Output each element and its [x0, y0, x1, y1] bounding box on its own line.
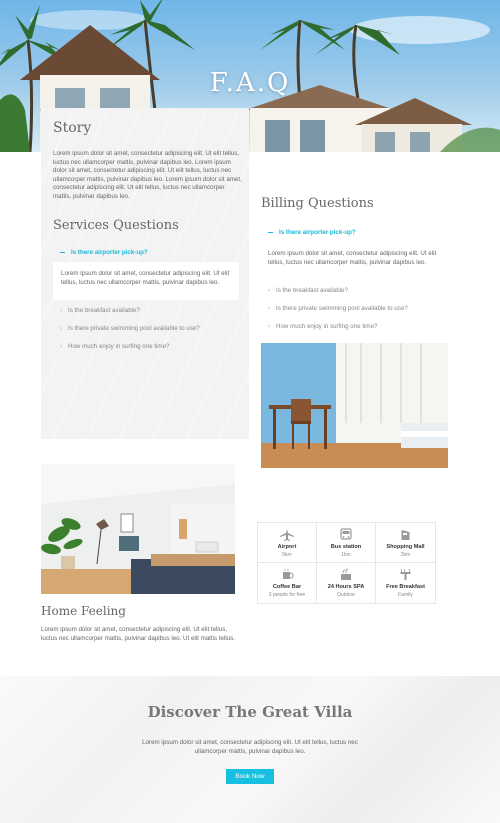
amenity-title: 24 Hours SPA	[327, 584, 365, 590]
minus-icon	[268, 231, 273, 233]
book-now-button[interactable]: Book Now	[226, 769, 274, 784]
amenity-sub: 3 people for free	[268, 592, 306, 598]
discover-section: Discover The Great Villa Lorem ipsum dol…	[0, 676, 500, 823]
breakfast-icon	[400, 569, 411, 580]
services-faq-item[interactable]: › Is there private swimming pool availabl…	[60, 325, 200, 332]
faq-question-label: Is there airporter pick-up?	[279, 229, 356, 236]
chevron-right-icon: ›	[60, 326, 62, 332]
spa-icon	[341, 568, 351, 580]
faq-question-label: How much enjoy in surfing one time?	[68, 343, 170, 350]
amenity-sub: 5km	[282, 552, 292, 558]
amenity-title: Shopping Mall	[386, 544, 425, 550]
minus-icon	[60, 251, 65, 253]
story-heading: Story	[53, 120, 92, 136]
amenity-item: Shopping Mall 2km	[376, 523, 435, 563]
faq-question-label: Is there private swimming pool available…	[276, 305, 408, 312]
amenities-grid: Airport 5km Bus station 1km Shopping Mal…	[257, 522, 436, 604]
amenity-title: Free Breakfast	[386, 584, 425, 590]
amenity-title: Bus station	[330, 544, 362, 550]
discover-text: Lorem ipsum dolor sit amet, consectetur …	[142, 739, 358, 755]
home-heading: Home Feeling	[41, 604, 126, 618]
amenity-sub: Family	[398, 592, 413, 598]
amenity-title: Coffee Bar	[272, 584, 302, 590]
chevron-right-icon: ›	[60, 308, 62, 314]
faq-question-label: Is there private swimming pool available…	[68, 325, 200, 332]
faq-question-label: Is there airporter pick-up?	[71, 249, 148, 256]
billing-faq-item[interactable]: › Is there private swimming pool availabl…	[268, 305, 408, 312]
amenity-sub: 1km	[341, 552, 351, 558]
chevron-right-icon: ›	[268, 288, 270, 294]
faq-question-label: Is the breakfast available?	[276, 287, 348, 294]
room-photo-desk	[261, 343, 448, 468]
billing-faq-item[interactable]: › How much enjoy in surfing one time?	[268, 323, 377, 330]
billing-faq-item[interactable]: › Is the breakfast available?	[268, 287, 348, 294]
home-text: Lorem ipsum dolor sit amet, consectetur …	[41, 626, 235, 642]
billing-faq-answer: Lorem ipsum dolor sit amet, consectetur …	[268, 250, 437, 266]
faq-question-label: How much enjoy in surfing one time?	[276, 323, 378, 330]
plane-icon	[280, 529, 294, 541]
story-text: Lorem ipsum dolor sit amet, consectetur …	[53, 150, 242, 200]
billing-faq-open-question[interactable]: Is there airporter pick-up?	[268, 229, 356, 236]
chevron-right-icon: ›	[268, 324, 270, 330]
shopping-icon	[401, 530, 410, 540]
services-faq-answer: Lorem ipsum dolor sit amet, consectetur …	[53, 262, 239, 300]
faq-question-label: Is the breakfast available?	[68, 307, 140, 314]
bus-icon	[340, 528, 352, 540]
coffee-icon	[283, 569, 294, 579]
amenity-item: Bus station 1km	[317, 523, 376, 563]
discover-heading: Discover The Great Villa	[147, 703, 353, 721]
chevron-right-icon: ›	[60, 344, 62, 350]
billing-heading: Billing Questions	[261, 196, 374, 211]
page-title: F.A.Q	[209, 68, 291, 98]
amenity-item: 24 Hours SPA Outdoor	[317, 563, 376, 603]
services-faq-open-question[interactable]: Is there airporter pick-up?	[60, 249, 148, 256]
amenity-item: Airport 5km	[258, 523, 317, 563]
services-faq-item[interactable]: › How much enjoy in surfing one time?	[60, 343, 169, 350]
amenity-sub: Outdoor	[336, 592, 356, 598]
amenity-title: Airport	[277, 544, 297, 550]
amenity-item: Free Breakfast Family	[376, 563, 435, 603]
services-heading: Services Questions	[53, 218, 179, 233]
amenity-item: Coffee Bar 3 people for free	[258, 563, 317, 603]
services-faq-item[interactable]: › Is the breakfast available?	[60, 307, 140, 314]
amenity-sub: 2km	[400, 552, 411, 558]
room-photo-living	[41, 464, 235, 594]
faq-card: Story Lorem ipsum dolor sit amet, consec…	[41, 108, 249, 439]
chevron-right-icon: ›	[268, 306, 270, 312]
